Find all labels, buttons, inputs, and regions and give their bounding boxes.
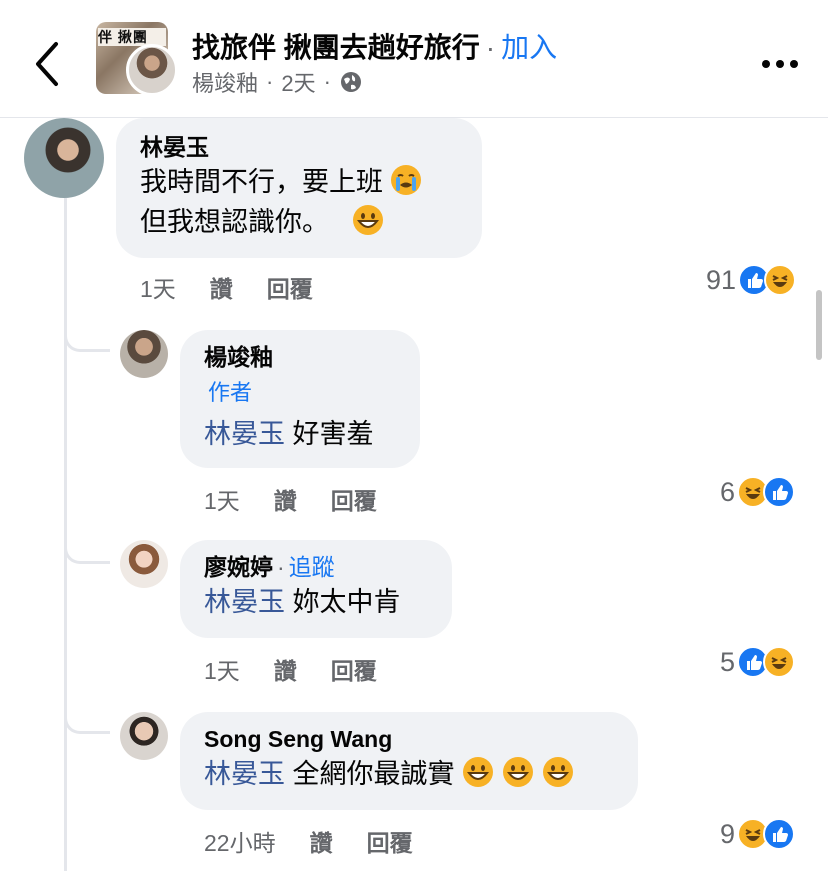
comment-time[interactable]: 22小時 (204, 824, 276, 858)
like-button[interactable]: 讚 (274, 482, 297, 516)
comment-text: 林晏玉 好害羞 (204, 419, 374, 449)
globe-icon (340, 72, 361, 92)
scrollbar[interactable] (816, 290, 822, 360)
grinning-face-icon (462, 757, 493, 787)
comment-bubble: 林晏玉 我時間不行，要上班 但我想認識你。 (116, 118, 482, 258)
reaction-count: 6 (720, 476, 736, 507)
like-icon (763, 818, 796, 850)
grinning-face-icon (542, 757, 573, 787)
reaction-count: 91 (706, 264, 737, 295)
comment-bubble: Song Seng Wang 林晏玉 全網你最誠實 (180, 712, 638, 810)
comment-time[interactable]: 1天 (140, 270, 176, 304)
separator-dot: · (485, 32, 496, 63)
comment-actions: 1天 讚 回覆 (204, 482, 377, 516)
back-arrow-icon[interactable] (30, 40, 66, 88)
post-header: 伴 揪團 找旅伴 揪團去趟好旅行 · 加入 楊竣釉 · 2天 · (0, 0, 828, 118)
post-author[interactable]: 楊竣釉 (192, 66, 258, 98)
thread-connector (64, 320, 110, 352)
reply-button[interactable]: 回覆 (331, 482, 377, 516)
comment-bubble: 楊竣釉 作者 林晏玉 好害羞 (180, 330, 420, 468)
commenter-name[interactable]: 楊竣釉 (204, 342, 396, 372)
reply-button[interactable]: 回覆 (367, 824, 413, 858)
group-name[interactable]: 找旅伴 揪團去趟好旅行 (192, 32, 480, 63)
thread-connector (64, 702, 110, 734)
comment-time[interactable]: 1天 (204, 652, 240, 686)
reply-button[interactable]: 回覆 (331, 652, 377, 686)
group-title-row: 找旅伴 揪團去趟好旅行 · 加入 (192, 26, 557, 66)
join-button[interactable]: 加入 (501, 32, 557, 63)
comment-bubble: 廖婉婷 · 追蹤 林晏玉 妳太中肯 (180, 540, 452, 638)
more-options-icon[interactable] (760, 54, 800, 74)
comment-actions: 22小時 讚 回覆 (204, 824, 413, 858)
grinning-face-icon (502, 757, 533, 787)
mention-link[interactable]: 林晏玉 (204, 759, 285, 789)
separator-dot: · (323, 69, 331, 94)
like-icon (763, 476, 796, 508)
commenter-name-row: 廖婉婷 · 追蹤 (204, 552, 428, 582)
reply-button[interactable]: 回覆 (267, 270, 313, 304)
reaction-summary[interactable]: 5 (720, 646, 796, 678)
author-badge: 作者 (208, 380, 253, 405)
avatar[interactable] (120, 540, 168, 588)
haha-icon (763, 646, 796, 678)
comment-actions: 1天 讚 回覆 (204, 652, 377, 686)
reaction-count: 5 (720, 646, 736, 677)
like-button[interactable]: 讚 (310, 824, 333, 858)
like-button[interactable]: 讚 (274, 652, 297, 686)
mention-link[interactable]: 林晏玉 (204, 419, 285, 449)
separator-dot: · (277, 554, 285, 580)
avatar[interactable] (120, 712, 168, 760)
post-time[interactable]: 2天 (281, 66, 315, 98)
commenter-name[interactable]: 廖婉婷 (204, 554, 273, 580)
thread-connector (64, 532, 110, 564)
comment-text-line: 我時間不行，要上班 (140, 162, 458, 202)
reaction-summary[interactable]: 9 (720, 818, 796, 850)
comment-text: 林晏玉 妳太中肯 (204, 587, 401, 617)
haha-icon (764, 264, 797, 296)
comment-text: 林晏玉 全網你最誠實 (204, 754, 614, 794)
follow-button[interactable]: 追蹤 (289, 554, 335, 580)
crying-face-icon (391, 165, 421, 195)
comment-text-line: 但我想認識你。 (140, 202, 458, 242)
comment-actions: 1天 讚 回覆 (140, 270, 313, 304)
reaction-summary[interactable]: 91 (706, 264, 797, 296)
separator-dot: · (266, 69, 274, 94)
mention-link[interactable]: 林晏玉 (204, 587, 285, 617)
reaction-count: 9 (720, 818, 736, 849)
commenter-name[interactable]: 林晏玉 (140, 132, 458, 162)
commenter-name[interactable]: Song Seng Wang (204, 724, 614, 754)
post-meta-row: 楊竣釉 · 2天 · (192, 66, 363, 98)
like-button[interactable]: 讚 (210, 270, 233, 304)
reaction-summary[interactable]: 6 (720, 476, 796, 508)
avatar[interactable] (120, 330, 168, 378)
grinning-face-icon (353, 205, 383, 235)
comment-time[interactable]: 1天 (204, 482, 240, 516)
avatar[interactable] (24, 118, 104, 198)
author-avatar[interactable] (126, 44, 178, 96)
